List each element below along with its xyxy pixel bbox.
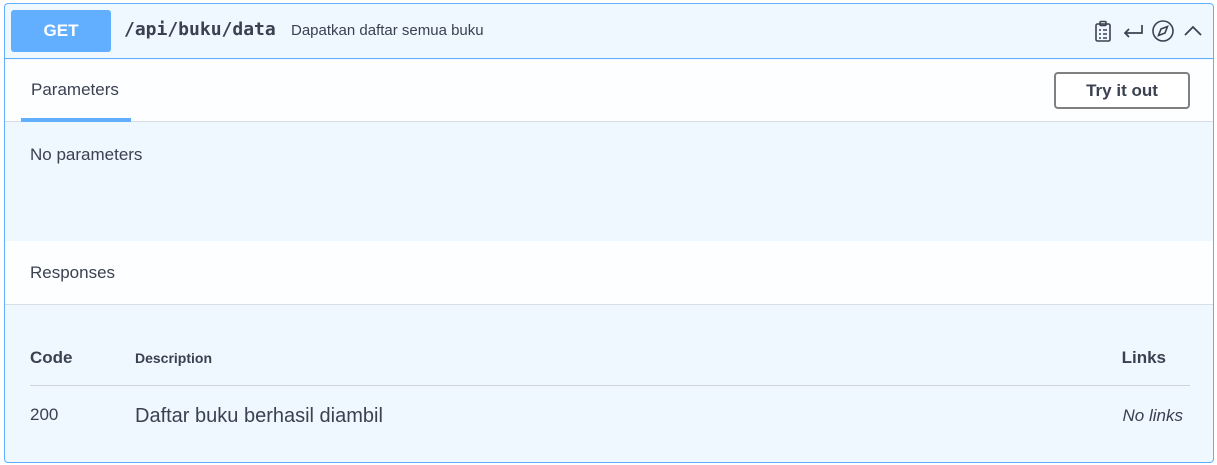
operation-block: GET /api/buku/data Dapatkan daftar semua… <box>4 3 1214 463</box>
return-icon[interactable] <box>1121 18 1145 44</box>
response-links: No links <box>1122 406 1183 425</box>
response-description: Daftar buku berhasil diambil <box>135 405 383 427</box>
responses-table-header: Code Description Links <box>30 334 1190 386</box>
response-code: 200 <box>30 405 59 424</box>
summary-icons <box>1091 18 1205 44</box>
endpoint-path: /api/buku/data <box>124 19 276 40</box>
responses-header: Responses <box>5 241 1213 305</box>
column-header-description: Description <box>135 350 213 366</box>
clipboard-icon[interactable] <box>1091 18 1115 44</box>
table-row: 200 Daftar buku berhasil diambil No link… <box>30 387 1190 437</box>
compass-icon[interactable] <box>1151 18 1175 44</box>
http-method-badge: GET <box>11 10 111 52</box>
column-header-code: Code <box>30 348 73 367</box>
operation-summary[interactable]: GET /api/buku/data Dapatkan daftar semua… <box>5 4 1213 59</box>
try-it-out-button[interactable]: Try it out <box>1054 72 1190 109</box>
parameters-header: Parameters Try it out <box>5 60 1213 122</box>
responses-title: Responses <box>30 263 116 282</box>
column-header-links: Links <box>1121 348 1166 367</box>
endpoint-summary: Dapatkan daftar semua buku <box>291 22 484 39</box>
chevron-up-icon[interactable] <box>1181 18 1205 44</box>
no-parameters-text: No parameters <box>30 145 143 164</box>
tab-parameters[interactable]: Parameters <box>21 60 131 122</box>
parameters-body: No parameters <box>5 123 1213 241</box>
